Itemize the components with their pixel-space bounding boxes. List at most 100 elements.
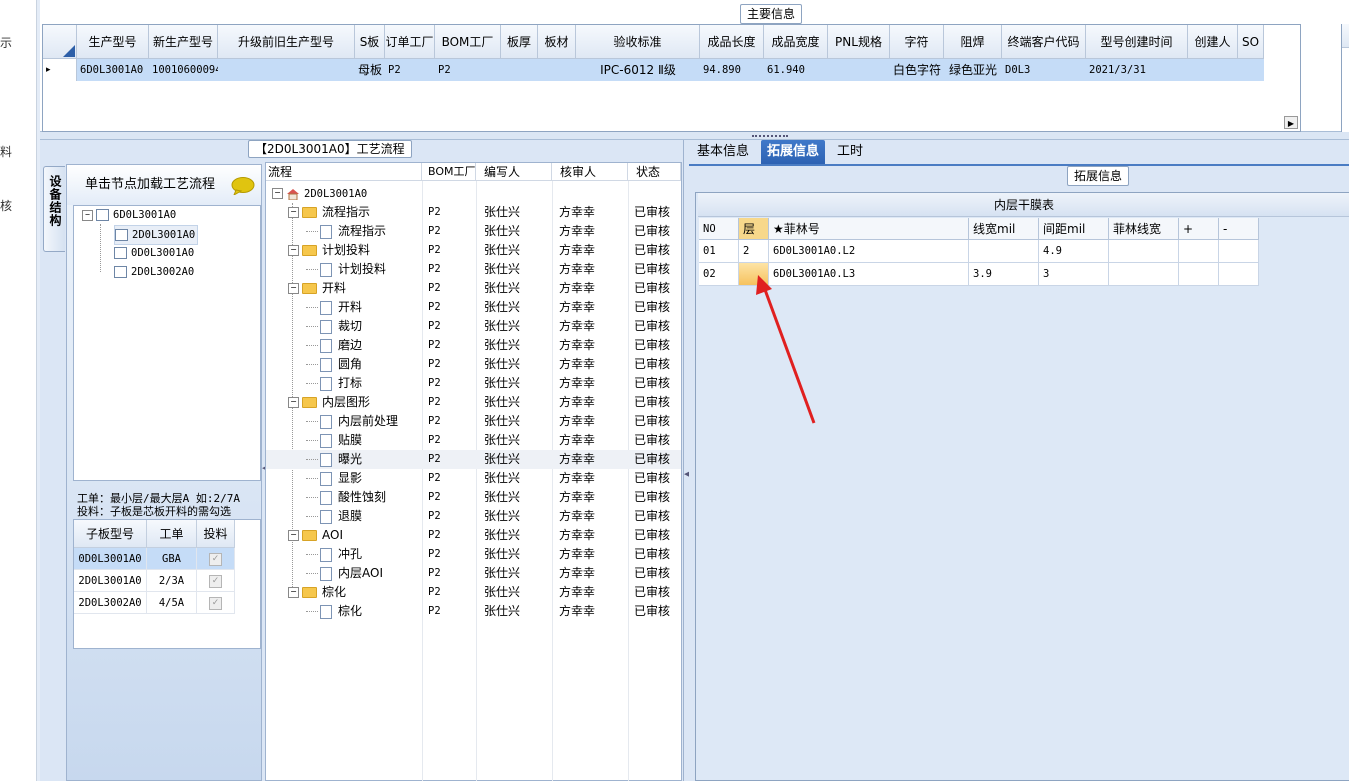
collapse-icon[interactable]: − bbox=[288, 587, 299, 598]
main-grid-header[interactable]: 终端客户代码 bbox=[1002, 25, 1086, 59]
film-cell-line-width[interactable]: 3.9 bbox=[969, 263, 1039, 286]
main-grid-cell[interactable]: 10010600094089 bbox=[149, 59, 218, 81]
film-cell-spacing[interactable]: 3 bbox=[1039, 263, 1109, 286]
main-grid-header[interactable]: BOM工厂 bbox=[435, 25, 501, 59]
film-header-line-width[interactable]: 线宽mil bbox=[969, 218, 1039, 240]
process-header-flow[interactable]: 流程 bbox=[266, 163, 422, 181]
main-grid-cell[interactable]: 绿色亚光 bbox=[944, 59, 1002, 81]
left-nav-text-3[interactable]: 核 bbox=[0, 197, 12, 214]
film-header-no[interactable]: NO bbox=[699, 218, 739, 240]
tab-equipment-structure[interactable]: 设备结构 bbox=[43, 166, 65, 252]
film-cell-add[interactable] bbox=[1179, 263, 1219, 286]
process-step-row[interactable]: 开料 P2 张仕兴 方幸幸 已审核 bbox=[266, 298, 681, 317]
remove-row-button[interactable]: - bbox=[1219, 218, 1259, 240]
tab-basic-info[interactable]: 基本信息 bbox=[691, 140, 755, 164]
sub-grid-model-cell[interactable]: 2D0L3002A0 bbox=[74, 592, 147, 614]
main-grid-cell[interactable]: 94.890 bbox=[700, 59, 764, 81]
process-header-status[interactable]: 状态 bbox=[628, 163, 681, 181]
main-grid-cell[interactable]: 6D0L3001A0 bbox=[77, 59, 149, 81]
main-grid-header[interactable]: 订单工厂 bbox=[385, 25, 435, 59]
process-step-row[interactable]: 贴膜 P2 张仕兴 方幸幸 已审核 bbox=[266, 431, 681, 450]
film-header-film-no[interactable]: ★菲林号 bbox=[769, 218, 969, 240]
main-grid-cell[interactable]: 61.940 bbox=[764, 59, 828, 81]
tree-child-node[interactable]: 2D0L3001A0 bbox=[114, 225, 199, 245]
sub-grid-feed-checkbox[interactable]: ✓ bbox=[197, 570, 235, 592]
film-cell-line-width[interactable] bbox=[969, 240, 1039, 263]
film-cell-add[interactable] bbox=[1179, 240, 1219, 263]
row-indicator-icon[interactable]: ▸ bbox=[43, 59, 77, 81]
process-header-writer[interactable]: 编写人 bbox=[476, 163, 552, 181]
process-step-row[interactable]: 计划投料 P2 张仕兴 方幸幸 已审核 bbox=[266, 260, 681, 279]
main-grid-header[interactable]: 型号创建时间 bbox=[1086, 25, 1188, 59]
process-step-row[interactable]: 圆角 P2 张仕兴 方幸幸 已审核 bbox=[266, 355, 681, 374]
main-grid-cell[interactable] bbox=[218, 59, 355, 81]
process-step-row[interactable]: 显影 P2 张仕兴 方幸幸 已审核 bbox=[266, 469, 681, 488]
main-grid-header[interactable]: S板 bbox=[355, 25, 385, 59]
film-header-layer[interactable]: 层 bbox=[739, 218, 769, 240]
scroll-right-button[interactable]: ▶ bbox=[1284, 116, 1298, 129]
main-grid-header[interactable]: 生产型号 bbox=[77, 25, 149, 59]
process-group-row[interactable]: − 棕化 P2 张仕兴 方幸幸 已审核 bbox=[266, 583, 681, 602]
main-grid-header[interactable]: 成品长度 bbox=[700, 25, 764, 59]
sub-grid-feed-checkbox[interactable]: ✓ bbox=[197, 548, 235, 570]
process-group-row[interactable]: − 开料 P2 张仕兴 方幸幸 已审核 bbox=[266, 279, 681, 298]
sub-grid-order-cell[interactable]: 2/3A bbox=[147, 570, 197, 592]
process-step-row[interactable]: 棕化 P2 张仕兴 方幸幸 已审核 bbox=[266, 602, 681, 621]
sub-grid-order-cell[interactable]: 4/5A bbox=[147, 592, 197, 614]
film-cell-remove[interactable] bbox=[1219, 263, 1259, 286]
collapse-icon[interactable]: − bbox=[288, 530, 299, 541]
process-step-row[interactable]: 打标 P2 张仕兴 方幸幸 已审核 bbox=[266, 374, 681, 393]
sub-grid-model-cell[interactable]: 2D0L3001A0 bbox=[74, 570, 147, 592]
main-grid-header[interactable]: 创建人 bbox=[1188, 25, 1238, 59]
main-grid-cell[interactable]: 2021/3/31 bbox=[1086, 59, 1188, 81]
main-grid-header[interactable]: 板材 bbox=[538, 25, 576, 59]
main-grid-header[interactable]: 升级前旧生产型号 bbox=[218, 25, 355, 59]
speech-bubble-icon[interactable] bbox=[231, 177, 255, 195]
main-grid-header[interactable]: PNL规格 bbox=[828, 25, 890, 59]
main-grid-header[interactable]: SO bbox=[1238, 25, 1264, 59]
process-step-row[interactable]: 冲孔 P2 张仕兴 方幸幸 已审核 bbox=[266, 545, 681, 564]
film-cell-spacing[interactable]: 4.9 bbox=[1039, 240, 1109, 263]
main-grid-header[interactable]: 字符 bbox=[890, 25, 944, 59]
process-step-row[interactable]: 磨边 P2 张仕兴 方幸幸 已审核 bbox=[266, 336, 681, 355]
main-grid-cell[interactable]: P2 bbox=[435, 59, 501, 81]
tree-child-node[interactable]: 2D0L3002A0 bbox=[114, 263, 194, 281]
sub-grid-feed-checkbox[interactable]: ✓ bbox=[197, 592, 235, 614]
main-grid-cell[interactable] bbox=[501, 59, 538, 81]
main-grid-cell[interactable]: 母板 bbox=[355, 59, 385, 81]
collapse-icon[interactable]: − bbox=[288, 245, 299, 256]
collapse-icon[interactable]: − bbox=[288, 397, 299, 408]
main-grid-header[interactable]: 板厚 bbox=[501, 25, 538, 59]
film-cell-layer[interactable]: 2 bbox=[739, 240, 769, 263]
main-grid-cell[interactable]: P2 bbox=[385, 59, 435, 81]
main-grid-cell[interactable]: 白色字符 bbox=[890, 59, 944, 81]
main-grid-cell[interactable]: IPC-6012 Ⅱ级 bbox=[576, 59, 700, 81]
sub-grid-header[interactable]: 子板型号 bbox=[74, 520, 147, 548]
checkbox-icon[interactable]: ✓ bbox=[209, 574, 222, 588]
film-cell-no[interactable]: 01 bbox=[699, 240, 739, 263]
film-cell-film-width[interactable] bbox=[1109, 263, 1179, 286]
film-header-spacing[interactable]: 间距mil bbox=[1039, 218, 1109, 240]
checkbox-icon[interactable]: ✓ bbox=[209, 596, 222, 610]
collapse-icon[interactable]: − bbox=[288, 207, 299, 218]
film-cell-film-width[interactable] bbox=[1109, 240, 1179, 263]
main-grid-header[interactable]: 阻焊 bbox=[944, 25, 1002, 59]
checkbox-icon[interactable]: ✓ bbox=[209, 552, 222, 566]
sub-grid-header[interactable]: 工单 bbox=[147, 520, 197, 548]
collapse-icon[interactable]: − bbox=[82, 209, 93, 221]
horizontal-splitter[interactable] bbox=[40, 132, 1349, 140]
process-header-reviewer[interactable]: 核审人 bbox=[552, 163, 628, 181]
process-group-row[interactable]: − 内层图形 P2 张仕兴 方幸幸 已审核 bbox=[266, 393, 681, 412]
process-step-row[interactable]: 内层前处理 P2 张仕兴 方幸幸 已审核 bbox=[266, 412, 681, 431]
collapse-icon[interactable]: − bbox=[272, 188, 283, 199]
process-group-row[interactable]: − AOI P2 张仕兴 方幸幸 已审核 bbox=[266, 526, 681, 545]
process-step-row[interactable]: 曝光 P2 张仕兴 方幸幸 已审核 bbox=[266, 450, 681, 469]
process-root-row[interactable]: − 2D0L3001A0 bbox=[266, 184, 681, 203]
main-grid-cell[interactable]: D0L3 bbox=[1002, 59, 1086, 81]
process-step-row[interactable]: 内层AOI P2 张仕兴 方幸幸 已审核 bbox=[266, 564, 681, 583]
main-grid-header[interactable]: 新生产型号 bbox=[149, 25, 218, 59]
process-header-factory[interactable]: BOM工厂 bbox=[422, 163, 476, 181]
main-grid-header[interactable]: 验收标准 bbox=[576, 25, 700, 59]
sub-grid-model-cell[interactable]: 0D0L3001A0 bbox=[74, 548, 147, 570]
main-grid-cell[interactable] bbox=[538, 59, 576, 81]
